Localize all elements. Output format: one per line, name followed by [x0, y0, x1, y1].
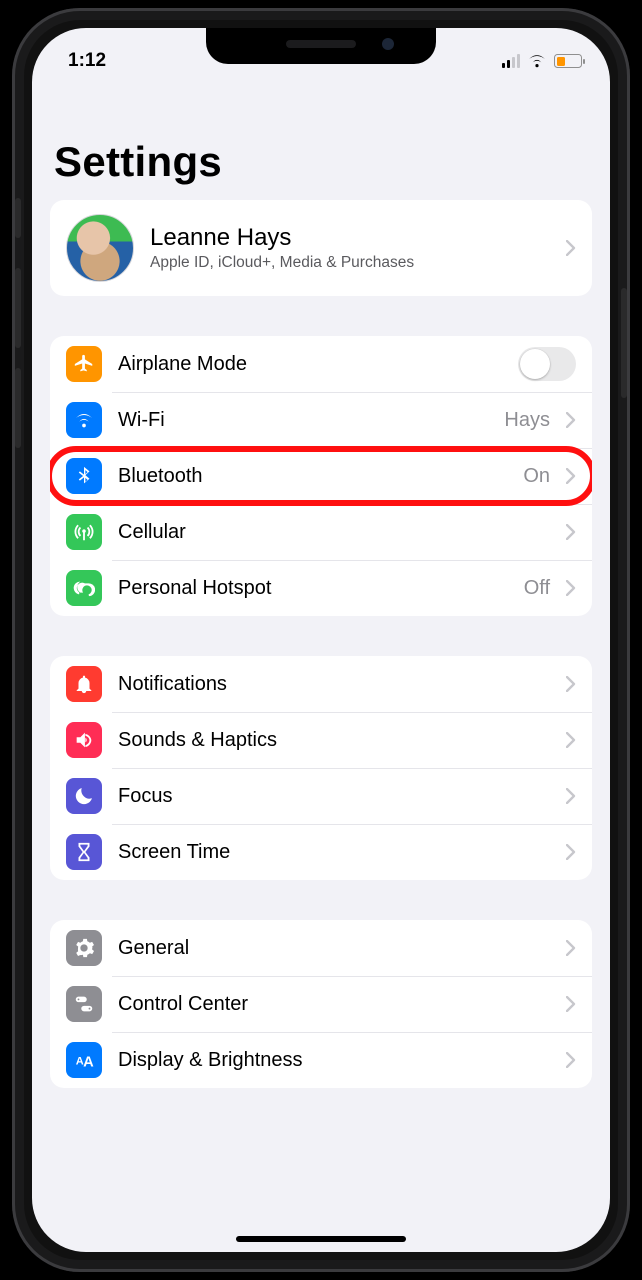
screen-time-row[interactable]: Screen Time — [50, 824, 592, 880]
battery-icon — [554, 54, 582, 68]
status-time: 1:12 — [68, 50, 106, 72]
settings-content[interactable]: Settings Leanne Hays Apple ID, iCloud+, … — [32, 84, 610, 1252]
chevron-right-icon — [566, 412, 576, 428]
mute-switch — [15, 198, 21, 238]
airplane-icon — [66, 346, 102, 382]
row-value: Hays — [504, 409, 550, 432]
phone-frame: 1:12 Settings Leanne Hays Apple — [12, 8, 630, 1272]
settings-group: General Control Center Display & Brightnes… — [50, 920, 592, 1088]
home-indicator[interactable] — [236, 1236, 406, 1242]
bluetooth-row[interactable]: Bluetooth On — [50, 448, 592, 504]
row-label: Focus — [118, 785, 550, 808]
chevron-right-icon — [566, 676, 576, 692]
sounds-haptics-row[interactable]: Sounds & Haptics — [50, 712, 592, 768]
row-label: Personal Hotspot — [118, 577, 508, 600]
chevron-right-icon — [566, 844, 576, 860]
wi-fi-row[interactable]: Wi-Fi Hays — [50, 392, 592, 448]
wifi-icon — [527, 54, 547, 68]
chevron-right-icon — [566, 788, 576, 804]
volume-up-button — [15, 268, 21, 348]
moon-icon — [66, 778, 102, 814]
hourglass-icon — [66, 834, 102, 870]
chevron-right-icon — [566, 240, 576, 256]
settings-group: Airplane Mode Wi-Fi Hays Bluetooth On Cellula… — [50, 336, 592, 616]
screen: 1:12 Settings Leanne Hays Apple — [32, 28, 610, 1252]
switches-icon — [66, 986, 102, 1022]
chevron-right-icon — [566, 732, 576, 748]
chevron-right-icon — [566, 580, 576, 596]
airplane-mode-row[interactable]: Airplane Mode — [50, 336, 592, 392]
cellular-row[interactable]: Cellular — [50, 504, 592, 560]
chevron-right-icon — [566, 1052, 576, 1068]
gear-icon — [66, 930, 102, 966]
chevron-right-icon — [566, 940, 576, 956]
power-button — [621, 288, 627, 398]
row-label: Wi-Fi — [118, 409, 488, 432]
cellular-signal-icon — [502, 54, 520, 68]
apple-id-row[interactable]: Leanne Hays Apple ID, iCloud+, Media & P… — [50, 200, 592, 296]
profile-subtitle: Apple ID, iCloud+, Media & Purchases — [150, 254, 550, 272]
wifi-icon — [66, 402, 102, 438]
general-row[interactable]: General — [50, 920, 592, 976]
row-label: Notifications — [118, 673, 550, 696]
profile-group: Leanne Hays Apple ID, iCloud+, Media & P… — [50, 200, 592, 296]
bluetooth-icon — [66, 458, 102, 494]
chevron-right-icon — [566, 468, 576, 484]
volume-down-button — [15, 368, 21, 448]
chevron-right-icon — [566, 996, 576, 1012]
aa-icon — [66, 1042, 102, 1078]
control-center-row[interactable]: Control Center — [50, 976, 592, 1032]
settings-group: Notifications Sounds & Haptics Focus Screen… — [50, 656, 592, 880]
avatar — [66, 214, 134, 282]
hotspot-icon — [66, 570, 102, 606]
row-value: Off — [524, 577, 550, 600]
notifications-row[interactable]: Notifications — [50, 656, 592, 712]
row-label: General — [118, 937, 550, 960]
row-label: Bluetooth — [118, 465, 507, 488]
row-label: Display & Brightness — [118, 1049, 550, 1072]
focus-row[interactable]: Focus — [50, 768, 592, 824]
airplane-mode-toggle[interactable] — [518, 347, 576, 381]
chevron-right-icon — [566, 524, 576, 540]
row-value: On — [523, 465, 550, 488]
bell-icon — [66, 666, 102, 702]
row-label: Control Center — [118, 993, 550, 1016]
row-label: Sounds & Haptics — [118, 729, 550, 752]
row-label: Cellular — [118, 521, 550, 544]
profile-name: Leanne Hays — [150, 224, 550, 252]
row-label: Screen Time — [118, 841, 550, 864]
antenna-icon — [66, 514, 102, 550]
display-brightness-row[interactable]: Display & Brightness — [50, 1032, 592, 1088]
personal-hotspot-row[interactable]: Personal Hotspot Off — [50, 560, 592, 616]
page-title: Settings — [50, 84, 592, 200]
notch — [206, 28, 436, 64]
row-label: Airplane Mode — [118, 353, 502, 376]
speaker-icon — [66, 722, 102, 758]
